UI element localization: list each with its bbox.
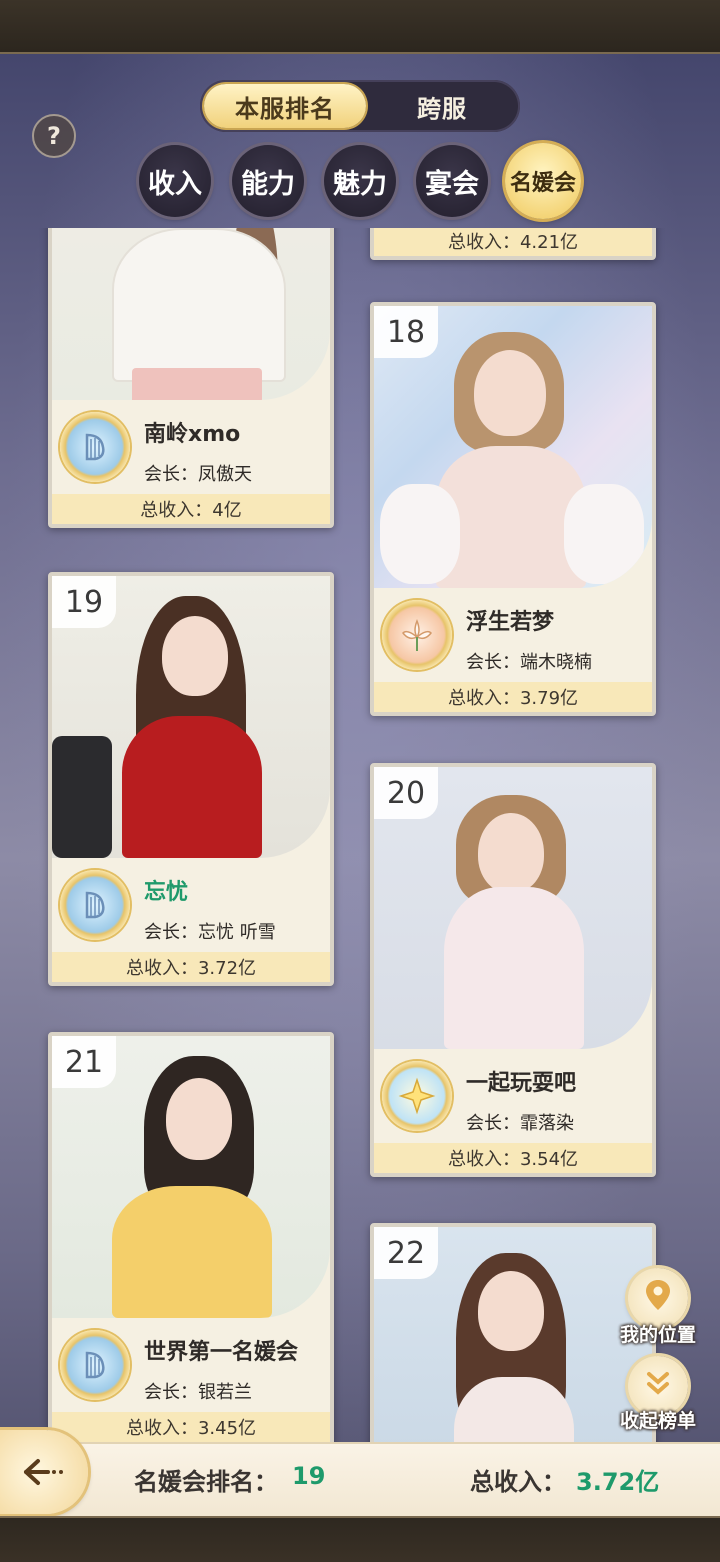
card-total-income: 总收入：4亿 <box>52 494 330 524</box>
club-emblem <box>382 600 452 670</box>
rank-number: 21 <box>52 1036 116 1088</box>
card-total-income: 总收入：3.54亿 <box>374 1143 652 1173</box>
harp-emblem-icon <box>85 891 105 919</box>
portrait-red-dress <box>122 716 262 858</box>
category-banquet[interactable]: 宴会 <box>416 145 488 217</box>
question-mark-icon: ? <box>47 122 61 150</box>
back-arrow-icon <box>22 1448 66 1497</box>
club-leader: 会长：忘忧 听雪 <box>144 922 276 943</box>
ranking-list[interactable]: 总收入：4.21亿 南岭xmo 会长：凤傲天 总收入：4亿 18 浮生若梦 会长… <box>0 228 720 1442</box>
club-rank-label: 名媛会排名： <box>134 1468 278 1496</box>
tab-local-server-ranking[interactable]: 本服排名 <box>204 84 366 128</box>
help-button[interactable]: ? <box>32 114 76 158</box>
club-card[interactable]: 总收入：4.21亿 <box>370 228 656 260</box>
location-pin-icon <box>643 1278 673 1319</box>
my-position-label[interactable]: 我的位置 <box>598 1320 718 1347</box>
portrait-floral-dress <box>444 887 584 1049</box>
portrait-face <box>478 1271 544 1351</box>
collapse-list-label[interactable]: 收起榜单 <box>598 1406 718 1433</box>
club-card[interactable]: 21 世界第一名媛会 会长：银若兰 总收入：3.45亿 <box>48 1032 334 1442</box>
harp-emblem-icon <box>85 1351 105 1379</box>
club-emblem <box>382 1061 452 1131</box>
club-card[interactable]: 19 忘忧 会长：忘忧 听雪 总收入：3.72亿 <box>48 572 334 986</box>
club-portrait <box>52 228 330 400</box>
club-name: 浮生若梦 <box>466 610 555 635</box>
rank-number: 18 <box>374 306 438 358</box>
club-card[interactable]: 20 一起玩耍吧 会长：霏落染 总收入：3.54亿 <box>370 763 656 1177</box>
card-total-income: 总收入：3.79亿 <box>374 682 652 712</box>
category-ability[interactable]: 能力 <box>232 145 304 217</box>
portrait-face <box>478 813 544 893</box>
club-name: 忘忧 <box>144 880 189 905</box>
rank-number: 19 <box>52 576 116 628</box>
portrait-yellow-sweater <box>112 1186 272 1318</box>
club-leader: 会长：银若兰 <box>144 1382 252 1403</box>
scope-tab-bar: 本服排名 跨服 <box>200 80 520 132</box>
club-name: 一起玩耍吧 <box>466 1071 577 1096</box>
club-card[interactable]: 18 浮生若梦 会长：端木晓楠 总收入：3.79亿 <box>370 302 656 716</box>
harp-emblem-icon <box>85 433 105 461</box>
tab-cross-server[interactable]: 跨服 <box>372 84 512 128</box>
category-charm[interactable]: 魅力 <box>324 145 396 217</box>
back-button[interactable] <box>0 1430 88 1514</box>
rank-number: 20 <box>374 767 438 819</box>
club-leader: 会长：凤傲天 <box>144 464 252 485</box>
club-emblem <box>60 412 130 482</box>
my-position-button[interactable] <box>628 1268 688 1328</box>
club-leader: 会长：霏落染 <box>466 1113 574 1134</box>
club-name: 南岭xmo <box>144 422 241 447</box>
card-total-income: 总收入：4.21亿 <box>374 228 652 256</box>
portrait-face <box>162 616 228 696</box>
club-emblem <box>60 870 130 940</box>
card-total-income: 总收入：3.45亿 <box>52 1412 330 1442</box>
star-emblem-icon <box>398 1077 436 1115</box>
portrait-feathers-left <box>380 484 460 584</box>
bottom-frame <box>0 1516 720 1562</box>
portrait-feathers-right <box>564 484 644 584</box>
double-chevron-down-icon <box>643 1368 673 1405</box>
club-card[interactable]: 南岭xmo 会长：凤傲天 总收入：4亿 <box>48 228 334 528</box>
total-income-value: 3.72亿 <box>576 1468 660 1496</box>
lily-emblem-icon <box>402 618 432 651</box>
category-income[interactable]: 收入 <box>139 145 211 217</box>
category-socialite-club[interactable]: 名媛会 <box>505 143 581 219</box>
club-emblem <box>60 1330 130 1400</box>
portrait-face <box>474 350 546 436</box>
club-rank-value: 19 <box>292 1462 326 1490</box>
club-name: 世界第一名媛会 <box>144 1340 299 1365</box>
card-total-income: 总收入：3.72亿 <box>52 952 330 982</box>
portrait-skirt <box>132 368 262 400</box>
rank-number: 22 <box>374 1227 438 1279</box>
portrait-chair <box>52 736 112 858</box>
club-leader: 会长：端木晓楠 <box>466 652 592 673</box>
portrait-face <box>166 1078 232 1160</box>
portrait-blouse <box>112 228 286 382</box>
top-frame <box>0 0 720 54</box>
total-income-label: 总收入： <box>470 1468 566 1496</box>
